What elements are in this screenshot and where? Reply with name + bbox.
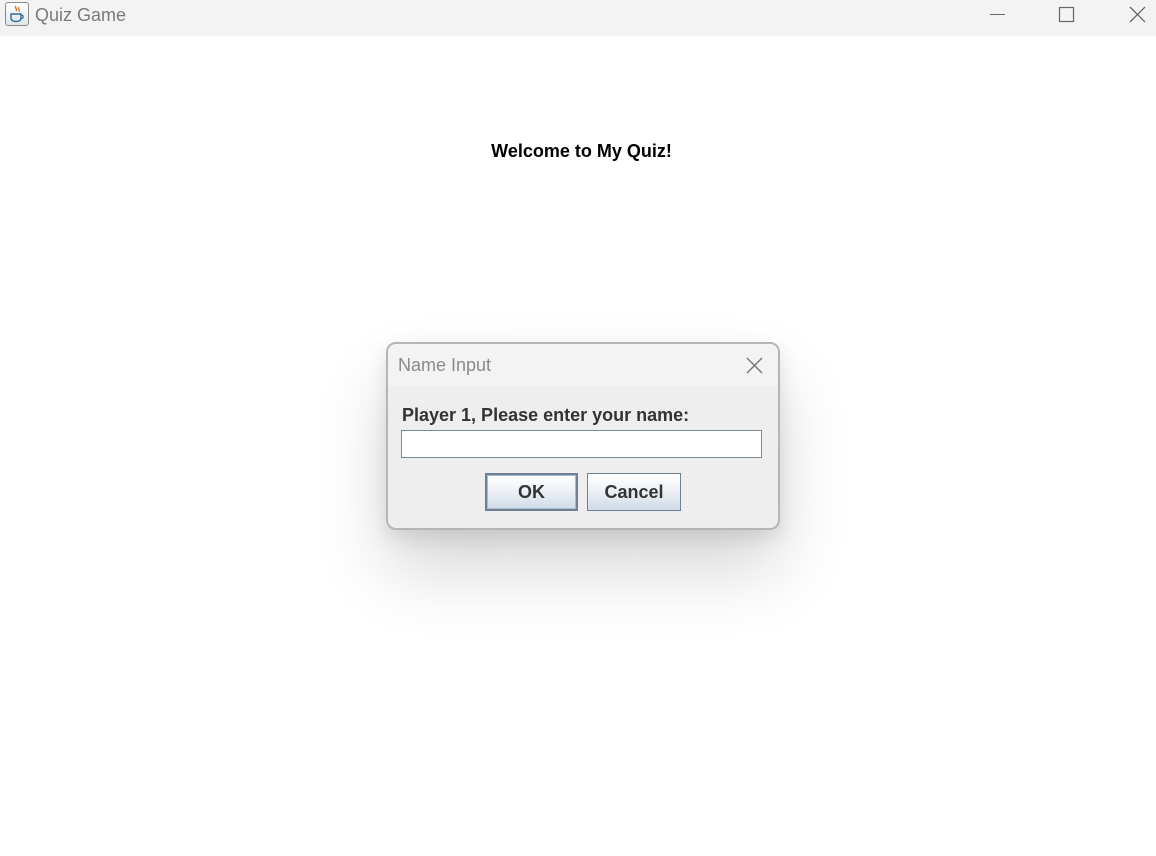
ok-button[interactable]: OK [485, 473, 578, 511]
java-coffee-cup-icon [5, 2, 29, 26]
dialog-title: Name Input [398, 355, 492, 375]
cancel-button[interactable]: Cancel [587, 473, 681, 511]
maximize-icon [1058, 6, 1075, 23]
player-name-input[interactable] [401, 430, 762, 458]
dialog-titlebar[interactable]: Name Input [388, 344, 778, 386]
name-prompt-label: Player 1, Please enter your name: [402, 405, 690, 425]
minimize-icon [990, 14, 1005, 15]
quiz-game-window: Quiz Game Welcome to My Quiz! Name Input [0, 0, 1156, 856]
close-icon [746, 357, 763, 374]
close-window-button[interactable] [1114, 0, 1156, 30]
maximize-button[interactable] [1043, 0, 1089, 30]
window-title: Quiz Game [35, 5, 127, 25]
welcome-heading: Welcome to My Quiz! [491, 141, 672, 161]
name-input-dialog: Name Input Player 1, Please enter your n… [386, 342, 780, 530]
window-titlebar[interactable]: Quiz Game [0, 0, 1156, 36]
dialog-close-button[interactable] [740, 352, 768, 380]
minimize-button[interactable] [974, 0, 1020, 30]
close-icon [1129, 6, 1146, 23]
